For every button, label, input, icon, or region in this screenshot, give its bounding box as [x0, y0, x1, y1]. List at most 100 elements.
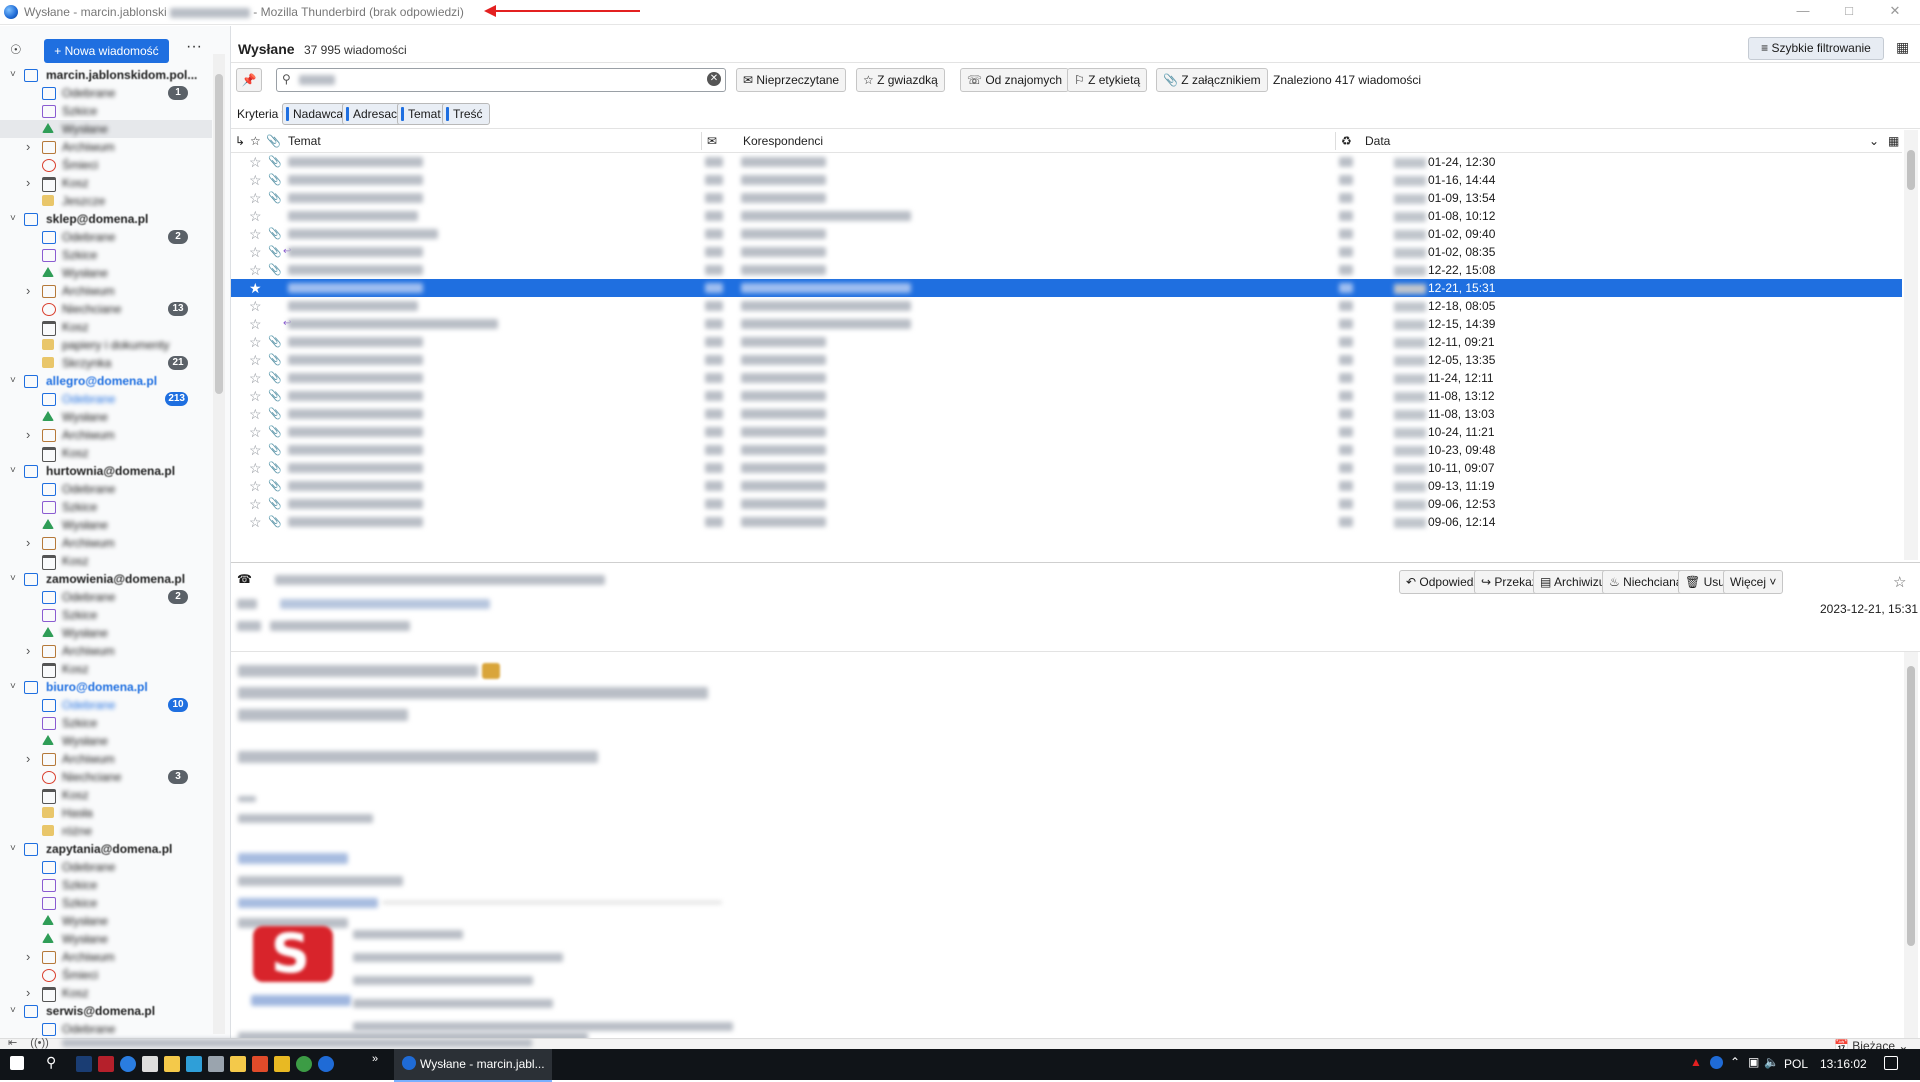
star-icon[interactable]: ☆ — [249, 369, 262, 387]
read-status-icon[interactable] — [705, 157, 723, 167]
folder-row[interactable]: Szkice — [0, 246, 212, 264]
read-status-icon[interactable] — [705, 481, 723, 491]
more-button[interactable]: Więcej ˅ — [1723, 570, 1784, 594]
notepad-icon[interactable] — [142, 1056, 158, 1072]
folder-row[interactable]: Wysłane — [0, 930, 212, 948]
folder-row[interactable]: › Archiwum — [0, 282, 212, 300]
message-row[interactable]: ☆ 📎 11-24, 12:11 — [231, 369, 1902, 387]
read-status-icon[interactable] — [705, 391, 723, 401]
star-icon[interactable]: ☆ — [249, 225, 262, 243]
thread-column-icon[interactable]: ↳ — [235, 134, 245, 148]
star-icon[interactable]: ★ — [249, 279, 262, 297]
read-status-icon[interactable] — [705, 463, 723, 473]
read-status-icon[interactable] — [705, 427, 723, 437]
message-row[interactable]: ☆ 📎 12-22, 15:08 — [231, 261, 1902, 279]
star-icon[interactable]: ☆ — [249, 297, 262, 315]
sticky-notes-icon[interactable] — [164, 1056, 180, 1072]
star-icon[interactable]: ☆ — [249, 513, 262, 531]
tray-app-icon[interactable]: ▲ — [1690, 1055, 1706, 1071]
account-row[interactable]: ˅ serwis@domena.pl — [0, 1002, 212, 1020]
folder-row[interactable]: Szkice — [0, 102, 212, 120]
expand-chevron-icon[interactable]: ˅ — [10, 570, 16, 588]
quick-filter-paperclip-button[interactable]: 📎 Z załącznikiem — [1156, 68, 1268, 92]
junk-status-icon[interactable] — [1339, 319, 1353, 329]
folder-row[interactable]: › Archiwum — [0, 750, 212, 768]
junk-status-icon[interactable] — [1339, 175, 1353, 185]
folder-row[interactable]: Szkice — [0, 606, 212, 624]
message-row[interactable]: ☆ 📎 01-02, 09:40 — [231, 225, 1902, 243]
explorer-icon[interactable] — [230, 1056, 246, 1072]
folder-row[interactable]: Szkice — [0, 894, 212, 912]
quick-filter-toggle-button[interactable]: ≡ Szybkie filtrowanie — [1748, 37, 1884, 60]
app-icon-2[interactable] — [208, 1056, 224, 1072]
junk-status-icon[interactable] — [1339, 481, 1353, 491]
pin-filter-button[interactable]: 📌 — [236, 68, 262, 92]
folder-row[interactable]: Odebrane 213 — [0, 390, 212, 408]
folder-row[interactable]: Odebrane 1 — [0, 84, 212, 102]
folder-row[interactable]: Odebrane 2 — [0, 228, 212, 246]
thread-list-scrollbar[interactable] — [1904, 130, 1918, 560]
expand-chevron-icon[interactable]: ˅ — [10, 678, 16, 696]
junk-status-icon[interactable] — [1339, 301, 1353, 311]
collapse-pane-icon[interactable]: ⇤ — [8, 1037, 17, 1049]
body-scroll-thumb[interactable] — [1907, 666, 1915, 946]
read-status-icon[interactable] — [705, 301, 723, 311]
folder-row[interactable]: Szkice — [0, 498, 212, 516]
remote-desktop-icon[interactable] — [186, 1056, 202, 1072]
read-status-icon[interactable] — [705, 283, 723, 293]
expand-chevron-icon[interactable]: › — [26, 426, 30, 444]
folder-row[interactable]: Wysłane — [0, 120, 212, 138]
junk-status-icon[interactable] — [1339, 229, 1353, 239]
app-icon[interactable] — [98, 1056, 114, 1072]
folder-row[interactable]: Śmieci — [0, 156, 212, 174]
folder-pane-menu-button[interactable]: ··· — [186, 38, 202, 56]
search-taskbar-icon[interactable]: ⚲ — [46, 1054, 62, 1070]
read-status-icon[interactable] — [705, 499, 723, 509]
expand-chevron-icon[interactable]: › — [26, 534, 30, 552]
folder-row[interactable]: Kosz — [0, 318, 212, 336]
folder-row[interactable]: › Kosz — [0, 984, 212, 1002]
star-icon[interactable]: ☆ — [249, 207, 262, 225]
tray-chevron-icon[interactable]: ⌃ — [1730, 1055, 1746, 1071]
online-status-icon[interactable]: ((•)) — [30, 1037, 49, 1049]
quick-filter-search-input[interactable]: ⚲ ✕ — [276, 68, 726, 92]
quick-filter-star-button[interactable]: ☆ Z gwiazdką — [856, 68, 945, 92]
folder-row[interactable]: Wysłane — [0, 624, 212, 642]
folder-row[interactable]: › Kosz — [0, 174, 212, 192]
message-row[interactable]: ☆ 📎 12-05, 13:35 — [231, 351, 1902, 369]
junk-status-icon[interactable] — [1339, 463, 1353, 473]
junk-status-icon[interactable] — [1339, 283, 1353, 293]
read-status-icon[interactable] — [705, 193, 723, 203]
junk-status-icon[interactable] — [1339, 391, 1353, 401]
folder-row[interactable]: › Archiwum — [0, 426, 212, 444]
message-row[interactable]: ☆ 12-18, 08:05 — [231, 297, 1902, 315]
star-icon[interactable]: ☆ — [249, 459, 262, 477]
expand-chevron-icon[interactable]: ˅ — [10, 372, 16, 390]
column-correspondents[interactable]: Korespondenci — [743, 134, 823, 148]
folder-row[interactable]: Odebrane 2 — [0, 588, 212, 606]
junk-status-icon[interactable] — [1339, 499, 1353, 509]
junk-status-icon[interactable] — [1339, 409, 1353, 419]
junk-status-icon[interactable] — [1339, 355, 1353, 365]
message-row[interactable]: ☆ 📎 12-11, 09:21 — [231, 333, 1902, 351]
folder-row[interactable]: › Archiwum — [0, 138, 212, 156]
read-status-icon[interactable] — [705, 373, 723, 383]
folder-row[interactable]: Szkice — [0, 714, 212, 732]
folder-row[interactable]: Kosz — [0, 444, 212, 462]
account-row[interactable]: ˅ biuro@domena.pl — [0, 678, 212, 696]
junk-status-icon[interactable] — [1339, 265, 1353, 275]
taskbar-window-label[interactable]: Wysłane - marcin.jabl... — [420, 1057, 545, 1071]
folder-row[interactable]: Wysłane — [0, 516, 212, 534]
star-icon[interactable]: ☆ — [249, 171, 262, 189]
app-icon-4[interactable] — [274, 1056, 290, 1072]
read-status-icon[interactable] — [705, 337, 723, 347]
folder-row[interactable]: Kosz — [0, 660, 212, 678]
thread-list-scroll-thumb[interactable] — [1907, 150, 1915, 190]
junk-status-icon[interactable] — [1339, 427, 1353, 437]
app-icon-3[interactable] — [252, 1056, 268, 1072]
read-status-icon[interactable] — [705, 409, 723, 419]
expand-chevron-icon[interactable]: › — [26, 138, 30, 156]
message-row[interactable]: ☆ 📎 10-24, 11:21 — [231, 423, 1902, 441]
expand-chevron-icon[interactable]: ˅ — [10, 1002, 16, 1020]
quick-filter-envelope-button[interactable]: ✉ Nieprzeczytane — [736, 68, 847, 92]
